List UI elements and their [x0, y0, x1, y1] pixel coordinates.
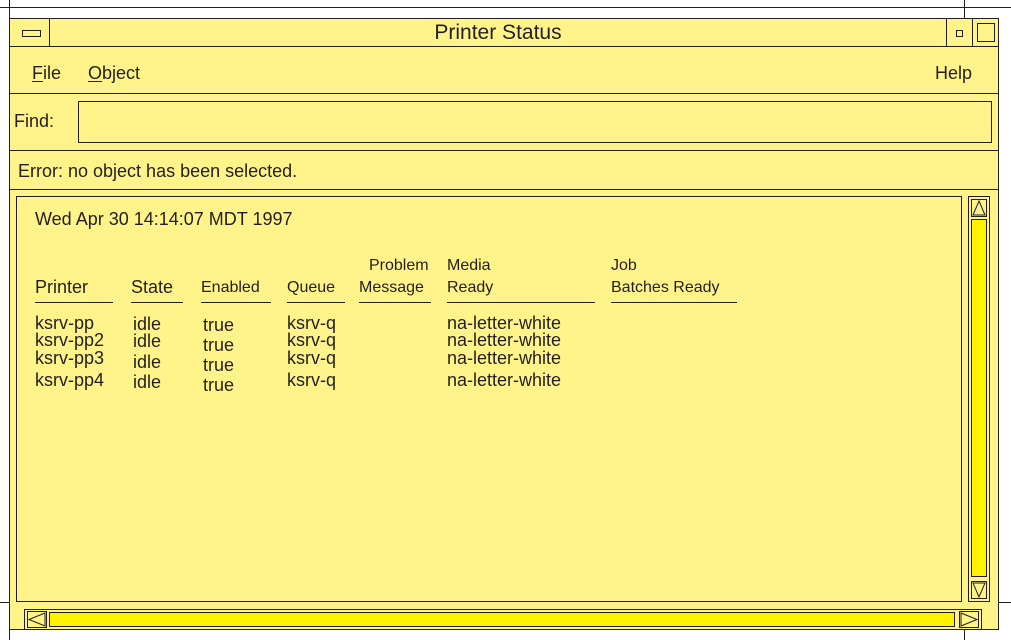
menu-file-mnemonic: F: [32, 63, 43, 83]
find-input[interactable]: [78, 101, 992, 143]
frame-line-right-ext: [999, 602, 1011, 603]
menu-help[interactable]: Help: [935, 63, 972, 83]
maximize-button[interactable]: [972, 19, 998, 46]
cell-media: na-letter-white: [447, 370, 562, 390]
frame-line-bottom: [0, 602, 9, 603]
find-label: Find:: [14, 111, 55, 131]
cell-enabled: true: [203, 335, 235, 355]
title-bar[interactable]: Printer Status: [10, 19, 998, 47]
col-underline-queue: [287, 302, 345, 303]
printer-list-area[interactable]: Wed Apr 30 14:14:07 MDT 1997 Printer Sta…: [16, 196, 962, 602]
col-header-problem-1: Problem: [369, 257, 429, 274]
col-header-enabled: Enabled: [201, 279, 260, 296]
col-header-state: State: [131, 277, 174, 297]
horizontal-scrollbar[interactable]: [24, 609, 982, 630]
col-header-queue: Queue: [287, 279, 336, 296]
frame-line-left: [9, 0, 10, 18]
minimize-icon: [956, 30, 963, 37]
vertical-scrollbar[interactable]: [968, 196, 990, 602]
cell-printer: ksrv-pp3: [35, 348, 105, 368]
col-underline-enabled: [201, 302, 271, 303]
frame-line-top: [0, 7, 1011, 8]
arrow-right-icon[interactable]: [959, 611, 979, 628]
col-underline-problem: [359, 302, 431, 303]
col-header-printer: Printer: [35, 277, 89, 297]
arrow-left-icon[interactable]: [27, 611, 47, 628]
cell-state: idle: [133, 331, 162, 351]
col-underline-printer: [35, 302, 113, 303]
cell-enabled: true: [203, 315, 235, 335]
cell-media: na-letter-white: [447, 313, 562, 333]
status-message: Error: no object has been selected.: [18, 161, 298, 181]
col-header-job-1: Job: [611, 257, 637, 274]
col-header-media-2: Ready: [447, 279, 494, 296]
vertical-scroll-thumb[interactable]: [971, 219, 987, 577]
cell-media: na-letter-white: [447, 348, 562, 368]
menu-object[interactable]: Object: [88, 63, 140, 83]
cell-state: idle: [133, 314, 162, 334]
col-header-job-2: Batches Ready: [611, 279, 720, 296]
menu-bar: File Object Help: [10, 47, 998, 94]
cell-queue: ksrv-q: [287, 370, 336, 390]
window-title: Printer Status: [434, 21, 562, 44]
find-row: Find:: [10, 94, 998, 151]
horizontal-scroll-thumb[interactable]: [49, 612, 955, 627]
cell-printer: ksrv-pp2: [35, 330, 105, 350]
cell-queue: ksrv-q: [287, 313, 336, 333]
col-underline-state: [131, 302, 183, 303]
status-message-bar: Error: no object has been selected.: [10, 151, 998, 190]
cell-enabled: true: [203, 355, 235, 375]
maximize-icon: [977, 23, 995, 42]
timestamp: Wed Apr 30 14:14:07 MDT 1997: [35, 209, 293, 229]
minimize-button[interactable]: [946, 19, 972, 46]
cell-queue: ksrv-q: [287, 348, 336, 368]
arrow-up-icon[interactable]: [971, 199, 987, 217]
printer-status-window: Printer Status File Object Help Find: Er…: [9, 18, 999, 630]
arrow-down-icon[interactable]: [971, 581, 987, 599]
cell-printer: ksrv-pp: [35, 313, 95, 333]
cell-state: idle: [133, 352, 162, 372]
col-underline-media: [447, 302, 595, 303]
col-header-media-1: Media: [447, 257, 491, 274]
cell-enabled: true: [203, 375, 235, 395]
cell-printer: ksrv-pp4: [35, 370, 105, 390]
cell-media: na-letter-white: [447, 330, 562, 350]
menu-file[interactable]: File: [32, 63, 61, 83]
menu-file-label: ile: [43, 63, 62, 83]
col-header-problem-2: Message: [359, 279, 424, 296]
cell-queue: ksrv-q: [287, 330, 336, 350]
frame-line-top-right: [964, 0, 965, 18]
cell-state: idle: [133, 372, 162, 392]
menu-object-mnemonic: O: [88, 63, 103, 83]
menu-object-label: bject: [102, 63, 141, 83]
col-underline-job: [611, 302, 737, 303]
window-menu-icon: [22, 30, 41, 37]
window-menu-button[interactable]: [10, 19, 50, 46]
